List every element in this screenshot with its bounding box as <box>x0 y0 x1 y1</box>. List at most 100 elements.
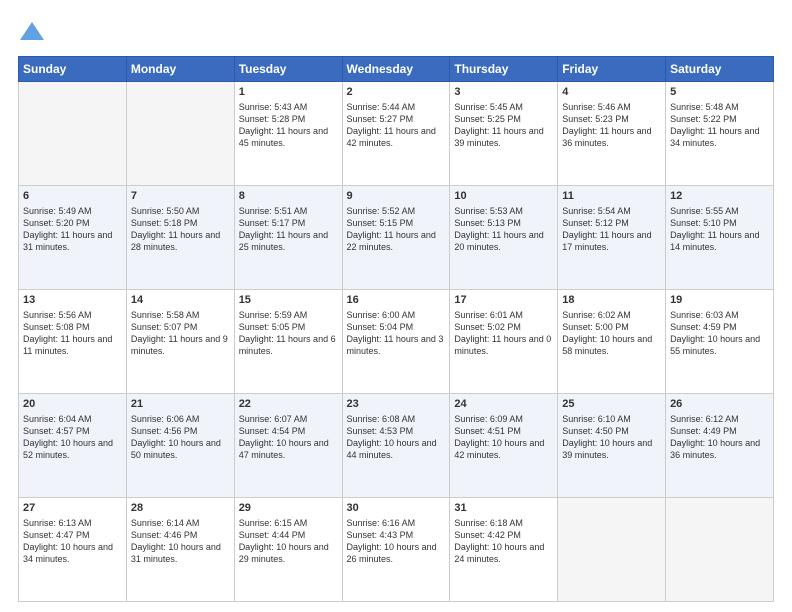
day-info: Sunrise: 5:53 AM Sunset: 5:13 PM Dayligh… <box>454 205 553 254</box>
day-number: 25 <box>562 397 661 412</box>
day-number: 28 <box>131 501 230 516</box>
calendar-cell: 14Sunrise: 5:58 AM Sunset: 5:07 PM Dayli… <box>126 290 234 394</box>
calendar-cell: 23Sunrise: 6:08 AM Sunset: 4:53 PM Dayli… <box>342 394 450 498</box>
day-info: Sunrise: 5:43 AM Sunset: 5:28 PM Dayligh… <box>239 101 338 150</box>
calendar-cell: 15Sunrise: 5:59 AM Sunset: 5:05 PM Dayli… <box>234 290 342 394</box>
day-info: Sunrise: 6:09 AM Sunset: 4:51 PM Dayligh… <box>454 413 553 462</box>
day-number: 2 <box>347 85 446 100</box>
day-info: Sunrise: 5:46 AM Sunset: 5:23 PM Dayligh… <box>562 101 661 150</box>
day-info: Sunrise: 6:18 AM Sunset: 4:42 PM Dayligh… <box>454 517 553 566</box>
calendar-cell: 18Sunrise: 6:02 AM Sunset: 5:00 PM Dayli… <box>558 290 666 394</box>
weekday-header-thursday: Thursday <box>450 57 558 82</box>
calendar-row-0: 1Sunrise: 5:43 AM Sunset: 5:28 PM Daylig… <box>19 82 774 186</box>
day-info: Sunrise: 6:10 AM Sunset: 4:50 PM Dayligh… <box>562 413 661 462</box>
day-number: 3 <box>454 85 553 100</box>
day-info: Sunrise: 5:55 AM Sunset: 5:10 PM Dayligh… <box>670 205 769 254</box>
day-number: 8 <box>239 189 338 204</box>
calendar-cell: 30Sunrise: 6:16 AM Sunset: 4:43 PM Dayli… <box>342 498 450 602</box>
calendar-table: SundayMondayTuesdayWednesdayThursdayFrid… <box>18 56 774 602</box>
day-number: 24 <box>454 397 553 412</box>
calendar-cell: 11Sunrise: 5:54 AM Sunset: 5:12 PM Dayli… <box>558 186 666 290</box>
calendar-cell: 21Sunrise: 6:06 AM Sunset: 4:56 PM Dayli… <box>126 394 234 498</box>
calendar-row-2: 13Sunrise: 5:56 AM Sunset: 5:08 PM Dayli… <box>19 290 774 394</box>
calendar-cell: 19Sunrise: 6:03 AM Sunset: 4:59 PM Dayli… <box>666 290 774 394</box>
logo-icon <box>18 18 46 46</box>
day-info: Sunrise: 6:02 AM Sunset: 5:00 PM Dayligh… <box>562 309 661 358</box>
calendar-cell: 1Sunrise: 5:43 AM Sunset: 5:28 PM Daylig… <box>234 82 342 186</box>
calendar-row-3: 20Sunrise: 6:04 AM Sunset: 4:57 PM Dayli… <box>19 394 774 498</box>
day-number: 29 <box>239 501 338 516</box>
day-number: 23 <box>347 397 446 412</box>
day-number: 1 <box>239 85 338 100</box>
day-number: 30 <box>347 501 446 516</box>
day-info: Sunrise: 6:14 AM Sunset: 4:46 PM Dayligh… <box>131 517 230 566</box>
day-info: Sunrise: 5:50 AM Sunset: 5:18 PM Dayligh… <box>131 205 230 254</box>
day-info: Sunrise: 5:44 AM Sunset: 5:27 PM Dayligh… <box>347 101 446 150</box>
day-number: 10 <box>454 189 553 204</box>
day-number: 11 <box>562 189 661 204</box>
calendar-cell: 28Sunrise: 6:14 AM Sunset: 4:46 PM Dayli… <box>126 498 234 602</box>
calendar-cell: 10Sunrise: 5:53 AM Sunset: 5:13 PM Dayli… <box>450 186 558 290</box>
calendar-cell: 16Sunrise: 6:00 AM Sunset: 5:04 PM Dayli… <box>342 290 450 394</box>
calendar-cell: 31Sunrise: 6:18 AM Sunset: 4:42 PM Dayli… <box>450 498 558 602</box>
weekday-header-wednesday: Wednesday <box>342 57 450 82</box>
day-number: 21 <box>131 397 230 412</box>
day-number: 17 <box>454 293 553 308</box>
day-info: Sunrise: 6:08 AM Sunset: 4:53 PM Dayligh… <box>347 413 446 462</box>
calendar-cell: 24Sunrise: 6:09 AM Sunset: 4:51 PM Dayli… <box>450 394 558 498</box>
day-number: 5 <box>670 85 769 100</box>
day-number: 4 <box>562 85 661 100</box>
calendar-cell: 12Sunrise: 5:55 AM Sunset: 5:10 PM Dayli… <box>666 186 774 290</box>
header <box>18 18 774 46</box>
calendar-cell: 3Sunrise: 5:45 AM Sunset: 5:25 PM Daylig… <box>450 82 558 186</box>
day-number: 26 <box>670 397 769 412</box>
day-info: Sunrise: 6:07 AM Sunset: 4:54 PM Dayligh… <box>239 413 338 462</box>
day-number: 20 <box>23 397 122 412</box>
day-info: Sunrise: 5:51 AM Sunset: 5:17 PM Dayligh… <box>239 205 338 254</box>
day-number: 18 <box>562 293 661 308</box>
day-info: Sunrise: 6:03 AM Sunset: 4:59 PM Dayligh… <box>670 309 769 358</box>
day-info: Sunrise: 5:59 AM Sunset: 5:05 PM Dayligh… <box>239 309 338 358</box>
day-number: 6 <box>23 189 122 204</box>
day-number: 22 <box>239 397 338 412</box>
day-info: Sunrise: 5:45 AM Sunset: 5:25 PM Dayligh… <box>454 101 553 150</box>
page: SundayMondayTuesdayWednesdayThursdayFrid… <box>0 0 792 612</box>
calendar-cell: 8Sunrise: 5:51 AM Sunset: 5:17 PM Daylig… <box>234 186 342 290</box>
calendar-cell: 9Sunrise: 5:52 AM Sunset: 5:15 PM Daylig… <box>342 186 450 290</box>
calendar-row-1: 6Sunrise: 5:49 AM Sunset: 5:20 PM Daylig… <box>19 186 774 290</box>
calendar-cell: 2Sunrise: 5:44 AM Sunset: 5:27 PM Daylig… <box>342 82 450 186</box>
day-number: 9 <box>347 189 446 204</box>
day-info: Sunrise: 5:54 AM Sunset: 5:12 PM Dayligh… <box>562 205 661 254</box>
day-info: Sunrise: 6:16 AM Sunset: 4:43 PM Dayligh… <box>347 517 446 566</box>
calendar-cell: 25Sunrise: 6:10 AM Sunset: 4:50 PM Dayli… <box>558 394 666 498</box>
calendar-cell: 20Sunrise: 6:04 AM Sunset: 4:57 PM Dayli… <box>19 394 127 498</box>
calendar-cell <box>126 82 234 186</box>
day-info: Sunrise: 6:04 AM Sunset: 4:57 PM Dayligh… <box>23 413 122 462</box>
day-info: Sunrise: 6:12 AM Sunset: 4:49 PM Dayligh… <box>670 413 769 462</box>
day-info: Sunrise: 5:56 AM Sunset: 5:08 PM Dayligh… <box>23 309 122 358</box>
calendar-cell: 7Sunrise: 5:50 AM Sunset: 5:18 PM Daylig… <box>126 186 234 290</box>
weekday-header-friday: Friday <box>558 57 666 82</box>
day-info: Sunrise: 6:01 AM Sunset: 5:02 PM Dayligh… <box>454 309 553 358</box>
day-number: 31 <box>454 501 553 516</box>
day-number: 19 <box>670 293 769 308</box>
day-number: 13 <box>23 293 122 308</box>
calendar-cell: 5Sunrise: 5:48 AM Sunset: 5:22 PM Daylig… <box>666 82 774 186</box>
day-number: 16 <box>347 293 446 308</box>
day-number: 15 <box>239 293 338 308</box>
logo <box>18 18 50 46</box>
weekday-header-saturday: Saturday <box>666 57 774 82</box>
calendar-cell: 26Sunrise: 6:12 AM Sunset: 4:49 PM Dayli… <box>666 394 774 498</box>
calendar-cell <box>558 498 666 602</box>
weekday-header-tuesday: Tuesday <box>234 57 342 82</box>
weekday-header-row: SundayMondayTuesdayWednesdayThursdayFrid… <box>19 57 774 82</box>
calendar-cell <box>19 82 127 186</box>
calendar-row-4: 27Sunrise: 6:13 AM Sunset: 4:47 PM Dayli… <box>19 498 774 602</box>
day-info: Sunrise: 6:13 AM Sunset: 4:47 PM Dayligh… <box>23 517 122 566</box>
calendar-cell: 4Sunrise: 5:46 AM Sunset: 5:23 PM Daylig… <box>558 82 666 186</box>
day-number: 14 <box>131 293 230 308</box>
day-number: 27 <box>23 501 122 516</box>
calendar-cell <box>666 498 774 602</box>
calendar-cell: 6Sunrise: 5:49 AM Sunset: 5:20 PM Daylig… <box>19 186 127 290</box>
day-number: 7 <box>131 189 230 204</box>
